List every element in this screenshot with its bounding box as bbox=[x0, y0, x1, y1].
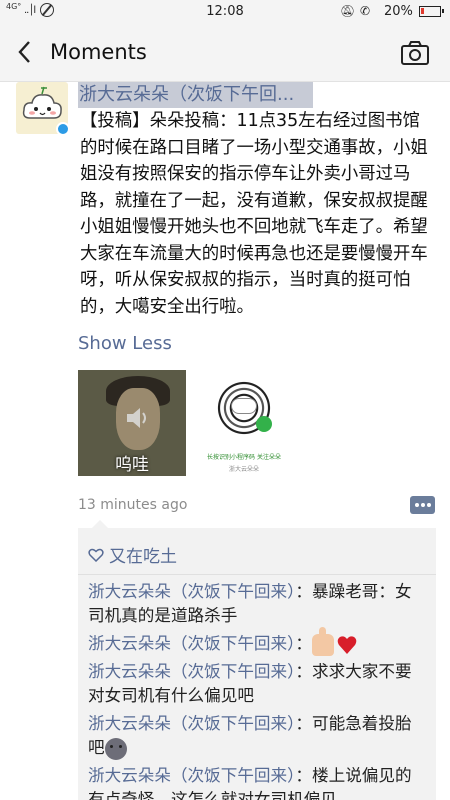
comment-dots-icon[interactable] bbox=[410, 496, 435, 514]
battery-percent: 20% bbox=[384, 4, 413, 19]
post-image-video[interactable]: 呜哇 bbox=[78, 370, 186, 476]
comment-item[interactable]: 浙大云朵朵（次饭下午回来）： bbox=[88, 626, 428, 656]
status-bar: 4G° ..│l 12:08 🔕︎ ✆ 20% bbox=[0, 0, 450, 24]
dot bbox=[415, 503, 419, 507]
red-heart-emoji-icon bbox=[337, 635, 357, 654]
post-body: 【投稿】朵朵投稿：11点35左右经过图书馆的时候在路口目睹了一场小型交通事故，小… bbox=[80, 111, 428, 317]
thumbs-up-emoji-icon bbox=[312, 626, 335, 656]
camera-icon[interactable] bbox=[400, 40, 430, 66]
post-author-name[interactable]: 浙大云朵朵（次饭下午回... bbox=[78, 82, 313, 108]
battery-icon bbox=[419, 6, 444, 17]
divider bbox=[78, 574, 436, 575]
dot bbox=[427, 503, 431, 507]
likes-and-comments: 又在吃土 浙大云朵朵（次饭下午回来）：暴躁老哥：女司机真的是道路杀手 浙大云朵朵… bbox=[78, 520, 436, 800]
mini-program-code bbox=[206, 370, 282, 446]
comment-item[interactable]: 浙大云朵朵（次饭下午回来）：求求大家不要对女司机有什么偏见吧 bbox=[88, 660, 428, 708]
wifi-call-icon: ✆ bbox=[360, 4, 371, 18]
wechat-mini-program-icon bbox=[256, 416, 272, 432]
heart-outline-icon bbox=[88, 548, 104, 562]
comment-author[interactable]: 浙大云朵朵（次饭下午回来） bbox=[88, 582, 295, 601]
dot bbox=[421, 503, 425, 507]
back-arrow-icon[interactable] bbox=[14, 38, 40, 66]
cloud-icon bbox=[231, 398, 257, 414]
navigation-bar: Moments bbox=[0, 24, 450, 82]
comment-item[interactable]: 浙大云朵朵（次饭下午回来）：可能急着投胎吧 bbox=[88, 712, 428, 760]
comment-author[interactable]: 浙大云朵朵（次饭下午回来） bbox=[88, 634, 295, 653]
verified-badge-icon bbox=[56, 122, 70, 136]
like-user-name[interactable]: 又在吃土 bbox=[109, 547, 177, 567]
sad-face-emoji-icon bbox=[104, 737, 127, 760]
comment-item[interactable]: 浙大云朵朵（次饭下午回来）：楼上说偏见的有点奇怪，这怎么就对女司机偏见 bbox=[88, 764, 428, 800]
post-timestamp: 13 minutes ago bbox=[78, 497, 188, 513]
comment-item[interactable]: 浙大云朵朵（次饭下午回来）：暴躁老哥：女司机真的是道路杀手 bbox=[88, 580, 428, 628]
author-avatar[interactable] bbox=[16, 82, 70, 136]
show-less-link[interactable]: Show Less bbox=[78, 333, 172, 354]
comment-author[interactable]: 浙大云朵朵（次饭下午回来） bbox=[88, 714, 295, 733]
likes-row: 又在吃土 bbox=[88, 542, 177, 567]
comment-text: ： bbox=[295, 634, 313, 653]
image-caption: 呜哇 bbox=[115, 455, 149, 475]
qr-caption-line2: 浙大云朵朵 bbox=[228, 466, 259, 473]
qr-caption-line1: 长按识别小程序码 关注朵朵 bbox=[207, 454, 281, 461]
comment-author[interactable]: 浙大云朵朵（次饭下午回来） bbox=[88, 766, 295, 785]
mute-bell-icon: 🔕︎ bbox=[340, 4, 356, 18]
comment-author[interactable]: 浙大云朵朵（次饭下午回来） bbox=[88, 662, 295, 681]
page-title: Moments bbox=[50, 40, 147, 64]
clock: 12:08 bbox=[206, 4, 244, 19]
speaker-icon bbox=[127, 408, 146, 428]
post-image-qrcode[interactable]: 长按识别小程序码 关注朵朵 浙大云朵朵 bbox=[194, 370, 294, 476]
battery-fill bbox=[421, 8, 425, 14]
